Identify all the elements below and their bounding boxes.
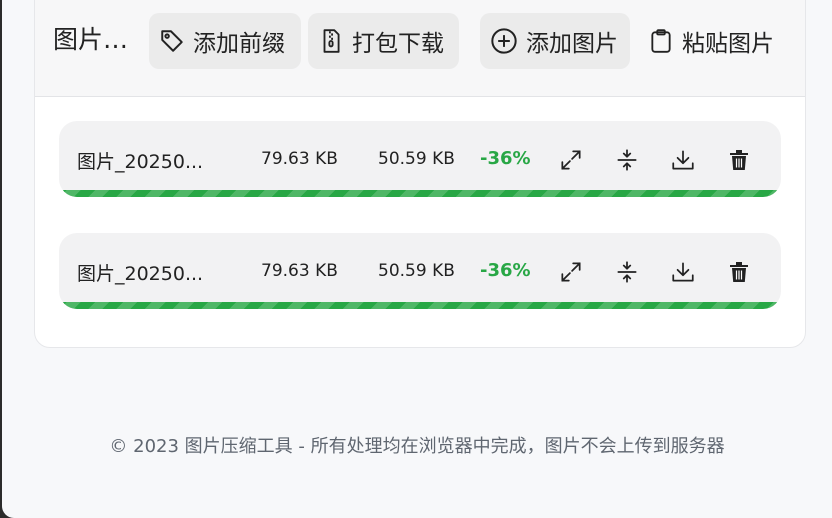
app-window: 图片压缩工具 添加前缀 打包下载 xyxy=(2,0,832,518)
compress-icon xyxy=(617,261,637,283)
compress-icon xyxy=(617,149,637,171)
download-icon xyxy=(672,150,694,170)
download-zip-label: 打包下载 xyxy=(352,31,444,57)
add-images-label: 添加图片 xyxy=(526,31,618,57)
expand-icon xyxy=(561,262,581,282)
download-zip-button[interactable]: 打包下载 xyxy=(308,13,459,69)
file-name: 图片_20250... xyxy=(77,151,204,173)
compare-button[interactable] xyxy=(612,257,642,287)
trash-icon xyxy=(730,150,748,170)
delete-button[interactable] xyxy=(724,257,754,287)
compressed-size: 50.59 KB xyxy=(378,149,455,169)
compression-progress-bar xyxy=(59,302,781,309)
add-images-button[interactable]: 添加图片 xyxy=(480,13,630,69)
compressed-size: 50.59 KB xyxy=(378,261,455,281)
compression-progress-bar xyxy=(59,190,781,197)
main-card: 图片压缩工具 添加前缀 打包下载 xyxy=(34,0,806,348)
paste-images-label: 粘贴图片 xyxy=(682,31,774,57)
download-button[interactable] xyxy=(668,145,698,175)
footer-text: © 2023 图片压缩工具 - 所有处理均在浏览器中完成，图片不会上传到服务器 xyxy=(109,436,725,457)
download-icon xyxy=(672,262,694,282)
trash-icon xyxy=(730,262,748,282)
preview-button[interactable] xyxy=(556,257,586,287)
add-prefix-button[interactable]: 添加前缀 xyxy=(149,13,301,69)
tag-icon xyxy=(161,30,183,52)
paste-images-button[interactable]: 粘贴图片 xyxy=(638,13,798,69)
preview-button[interactable] xyxy=(556,145,586,175)
file-list: 图片_20250... 79.63 KB 50.59 KB -36% 图片_20… xyxy=(59,121,781,345)
file-name: 图片_20250... xyxy=(77,263,204,285)
zip-file-icon xyxy=(323,29,340,53)
file-row: 图片_20250... 79.63 KB 50.59 KB -36% xyxy=(59,121,781,197)
clipboard-icon xyxy=(651,29,671,53)
toolbar: 图片压缩工具 添加前缀 打包下载 xyxy=(35,0,805,97)
app-title: 图片压缩工具 xyxy=(53,25,145,54)
compare-button[interactable] xyxy=(612,145,642,175)
original-size: 79.63 KB xyxy=(261,149,338,169)
original-size: 79.63 KB xyxy=(261,261,338,281)
file-row: 图片_20250... 79.63 KB 50.59 KB -36% xyxy=(59,233,781,309)
delete-button[interactable] xyxy=(724,145,754,175)
add-prefix-label: 添加前缀 xyxy=(193,31,285,57)
download-button[interactable] xyxy=(668,257,698,287)
reduction-percent: -36% xyxy=(480,148,531,169)
expand-icon xyxy=(561,150,581,170)
reduction-percent: -36% xyxy=(480,260,531,281)
plus-circle-icon xyxy=(491,28,517,54)
